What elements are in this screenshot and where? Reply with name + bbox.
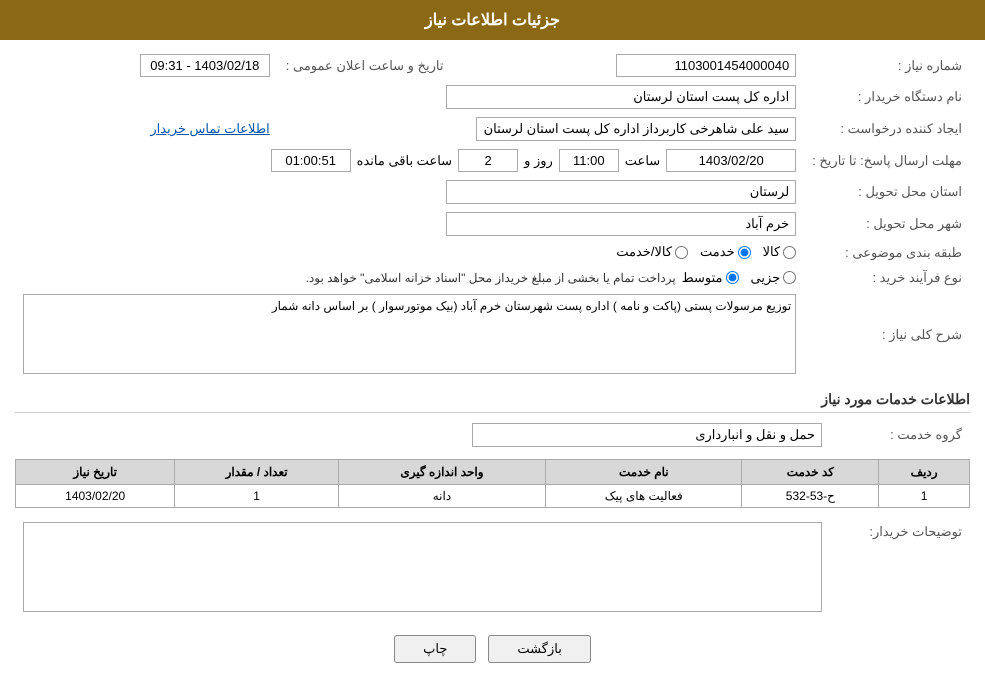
buyer-desc-row: توضیحات خریدار: <box>15 518 970 619</box>
category-option-kala[interactable]: کالا <box>763 244 797 260</box>
creator-label: ایجاد کننده درخواست : <box>804 113 970 145</box>
creator-link[interactable]: اطلاعات تماس خریدار <box>150 121 269 136</box>
row-buyer-org: نام دستگاه خریدار : اداره کل پست استان ل… <box>15 81 970 113</box>
row-purchase-type: نوع فرآیند خرید : جزیی متوسط <box>15 266 970 290</box>
creator-value: سید علی شاهرخی کاربرداز اداره کل پست است… <box>476 117 796 141</box>
col-date: تاریخ نیاز <box>16 459 175 484</box>
service-group-value: حمل و نقل و انبارداری <box>472 423 822 447</box>
buyer-desc-table: توضیحات خریدار: <box>15 518 970 619</box>
buyer-org-label: نام دستگاه خریدار : <box>804 81 970 113</box>
row-deadline: مهلت ارسال پاسخ: تا تاریخ : 1403/02/20 س… <box>15 145 970 176</box>
announce-label: تاریخ و ساعت اعلان عمومی : <box>278 50 452 81</box>
deadline-days: 2 <box>458 149 518 172</box>
table-row: 1ح-53-532فعالیت های پیکدانه11403/02/20 <box>16 484 970 507</box>
delivery-city-label: شهر محل تحویل : <box>804 208 970 240</box>
deadline-label: مهلت ارسال پاسخ: تا تاریخ : <box>804 145 970 176</box>
service-group-label: گروه خدمت : <box>830 419 970 451</box>
purchase-note: پرداخت تمام یا بخشی از مبلغ خریداز محل "… <box>306 271 676 285</box>
need-number-label: شماره نیاز : <box>804 50 970 81</box>
delivery-province-label: استان محل تحویل : <box>804 176 970 208</box>
service-table-header: ردیف کد خدمت نام خدمت واحد اندازه گیری ت… <box>16 459 970 484</box>
purchase-type-row: جزیی متوسط پرداخت تمام یا بخشی از مبلغ خ… <box>23 270 796 286</box>
service-group: گروه خدمت : حمل و نقل و انبارداری <box>15 419 970 451</box>
row-delivery-city: شهر محل تحویل : خرم آباد <box>15 208 970 240</box>
col-unit: واحد اندازه گیری <box>338 459 545 484</box>
col-qty: تعداد / مقدار <box>175 459 338 484</box>
page-header: جزئیات اطلاعات نیاز <box>0 0 985 40</box>
category-label: طبقه بندی موضوعی : <box>804 240 970 266</box>
delivery-city-value: خرم آباد <box>446 212 796 236</box>
row-description: شرح کلی نیاز : <box>15 290 970 381</box>
service-section-title: اطلاعات خدمات مورد نیاز <box>15 391 970 413</box>
delivery-province-value: لرستان <box>446 180 796 204</box>
col-row: ردیف <box>879 459 970 484</box>
buyer-desc-label: توضیحات خریدار: <box>830 518 970 619</box>
buyer-desc-textarea[interactable] <box>23 522 822 612</box>
deadline-remaining: 01:00:51 <box>271 149 351 172</box>
announce-value: 1403/02/18 - 09:31 <box>140 54 270 77</box>
main-content: شماره نیاز : 1103001454000040 تاریخ و سا… <box>0 40 985 683</box>
row-delivery-province: استان محل تحویل : لرستان <box>15 176 970 208</box>
buyer-org-value: اداره کل پست استان لرستان <box>446 85 796 109</box>
row-creator: ایجاد کننده درخواست : سید علی شاهرخی کار… <box>15 113 970 145</box>
info-table: شماره نیاز : 1103001454000040 تاریخ و سا… <box>15 50 970 381</box>
category-radio-group: کالا خدمت کالا/خدمت <box>616 244 796 260</box>
col-name: نام خدمت <box>546 459 742 484</box>
purchase-option-jozi[interactable]: جزیی <box>751 270 797 286</box>
purchase-option-mota[interactable]: متوسط <box>682 270 739 286</box>
row-need-number: شماره نیاز : 1103001454000040 تاریخ و سا… <box>15 50 970 81</box>
category-option-khedmat[interactable]: خدمت <box>700 244 751 260</box>
deadline-remaining-label: ساعت باقی مانده <box>357 153 452 169</box>
service-group-row: گروه خدمت : حمل و نقل و انبارداری <box>15 419 970 451</box>
service-table: ردیف کد خدمت نام خدمت واحد اندازه گیری ت… <box>15 459 970 508</box>
deadline-date: 1403/02/20 <box>666 149 796 172</box>
description-label: شرح کلی نیاز : <box>804 290 970 381</box>
purchase-type-label: نوع فرآیند خرید : <box>804 266 970 290</box>
service-info-section: اطلاعات خدمات مورد نیاز گروه خدمت : حمل … <box>15 391 970 508</box>
page-container: جزئیات اطلاعات نیاز شماره نیاز : 1103001… <box>0 0 985 691</box>
back-button[interactable]: بازگشت <box>488 635 590 663</box>
category-option-kala-khedmat[interactable]: کالا/خدمت <box>616 244 688 260</box>
purchase-radio-group: جزیی متوسط <box>682 270 797 286</box>
deadline-row: 1403/02/20 ساعت 11:00 روز و 2 ساعت باقی … <box>23 149 796 172</box>
description-textarea[interactable] <box>23 294 796 374</box>
print-button[interactable]: چاپ <box>394 635 476 663</box>
deadline-time-label: ساعت <box>625 153 660 169</box>
need-number-value: 1103001454000040 <box>616 54 796 77</box>
deadline-days-label: روز و <box>524 153 553 169</box>
deadline-time: 11:00 <box>559 149 619 172</box>
page-title: جزئیات اطلاعات نیاز <box>425 12 560 29</box>
col-code: کد خدمت <box>742 459 879 484</box>
button-row: بازگشت چاپ <box>15 635 970 663</box>
row-category: طبقه بندی موضوعی : کالا خدمت <box>15 240 970 266</box>
